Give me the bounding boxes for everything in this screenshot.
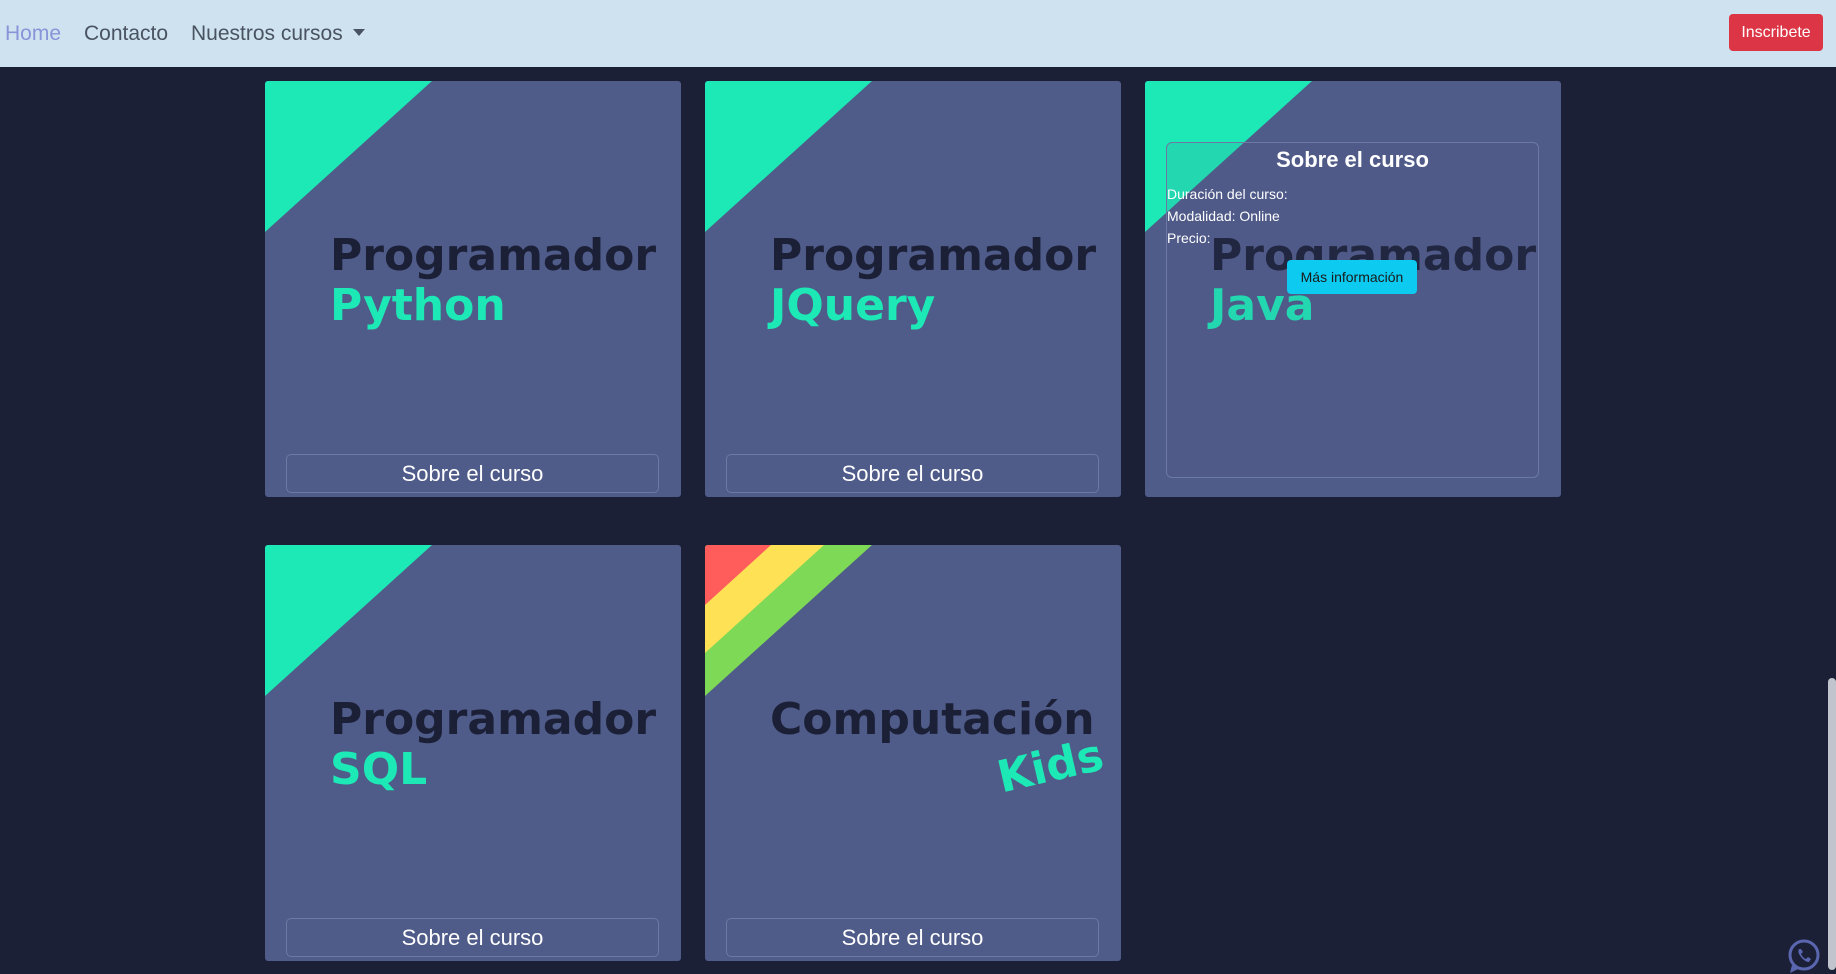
card-title-main: Programador: [330, 694, 657, 745]
nav-nuestros-cursos-dropdown[interactable]: Nuestros cursos: [191, 22, 365, 46]
nav-cursos-label: Nuestros cursos: [191, 22, 343, 45]
inscribete-button[interactable]: Inscribete: [1729, 14, 1823, 51]
sobre-el-curso-button[interactable]: Sobre el curso: [726, 918, 1099, 957]
card-title: Programador Python: [330, 231, 656, 331]
course-card-python: Programador Python Sobre el curso: [265, 81, 681, 497]
card-title-sub: JQuery: [770, 280, 936, 331]
card-title-sub: Python: [330, 280, 506, 331]
card-title-sub: SQL: [330, 744, 428, 795]
scrollbar-thumb[interactable]: [1828, 678, 1836, 970]
course-info: Duración del curso: Modalidad: Online Pr…: [1167, 183, 1288, 249]
card-title: Programador SQL: [330, 695, 656, 795]
duracion-label: Duración del curso:: [1167, 186, 1288, 202]
sobre-el-curso-button[interactable]: Sobre el curso: [286, 918, 659, 957]
course-card-java: Programador Java Sobre el curso Duración…: [1145, 81, 1561, 497]
course-card-jquery: Programador JQuery Sobre el curso: [705, 81, 1121, 497]
sobre-el-curso-button[interactable]: Sobre el curso: [726, 454, 1099, 493]
modalidad-label: Modalidad: Online: [1167, 208, 1280, 224]
chevron-down-icon: [352, 29, 365, 36]
mas-informacion-button[interactable]: Más información: [1287, 260, 1417, 294]
whatsapp-icon[interactable]: [1786, 938, 1822, 974]
sobre-el-curso-button[interactable]: Sobre el curso: [286, 454, 659, 493]
precio-label: Precio:: [1167, 230, 1211, 246]
card-title-main: Programador: [770, 230, 1097, 281]
card-title: Computación: [770, 695, 1095, 745]
card-title-main: Computación: [770, 694, 1095, 745]
top-navbar: Home Contacto Nuestros cursos Inscribete: [0, 0, 1836, 67]
card-title-main: Programador: [330, 230, 657, 281]
nav-contacto[interactable]: Contacto: [84, 22, 168, 46]
course-card-computacion-kids: Computación Kids Sobre el curso: [705, 545, 1121, 961]
nav-home[interactable]: Home: [5, 22, 61, 46]
card-title: Programador JQuery: [770, 231, 1096, 331]
course-card-sql: Programador SQL Sobre el curso: [265, 545, 681, 961]
overlay-heading: Sobre el curso: [1276, 147, 1429, 172]
course-info-overlay: Sobre el curso Duración del curso: Modal…: [1166, 142, 1539, 478]
